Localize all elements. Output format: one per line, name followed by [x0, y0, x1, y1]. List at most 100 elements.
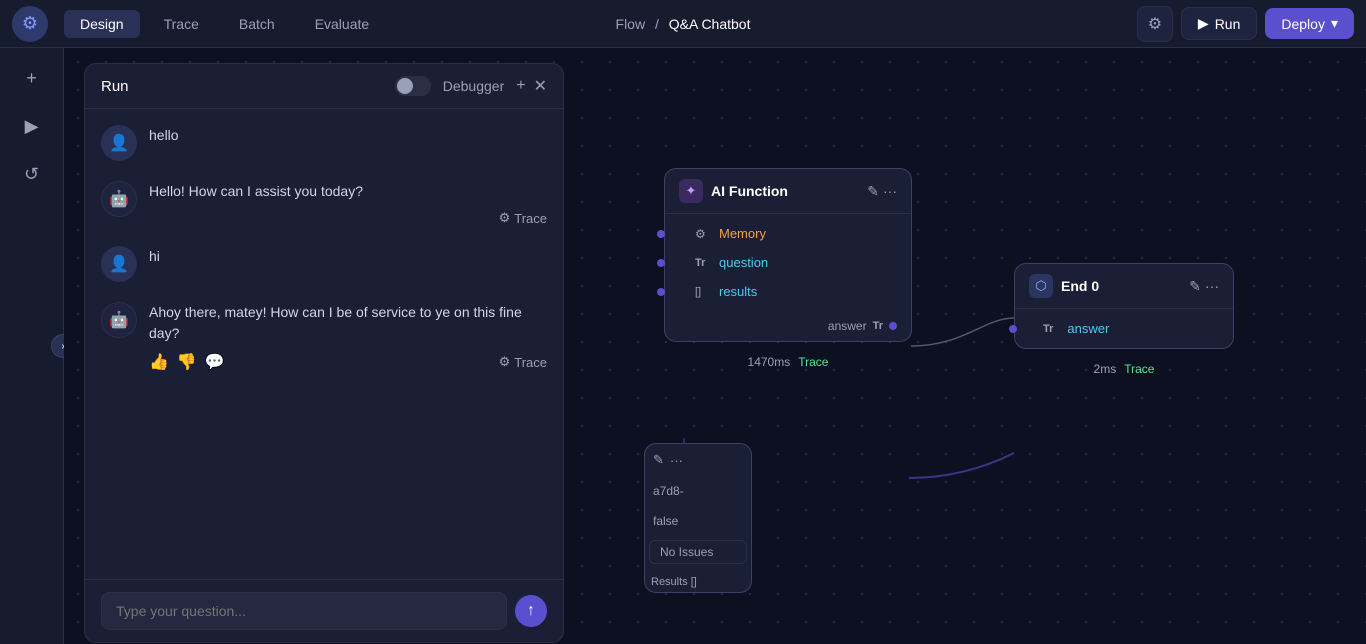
ai-function-ms: 1470ms — [748, 355, 791, 369]
text-icon-question: Tr — [695, 257, 711, 269]
message-bot-1: 🤖 Hello! How can I assist you today? ⚙ T… — [101, 181, 547, 226]
param-name-question: question — [719, 255, 768, 270]
partial-edit-icon[interactable]: ✎ — [653, 452, 664, 468]
debugger-toggle[interactable] — [395, 76, 431, 96]
chat-title: Run — [101, 78, 129, 95]
param-question: Tr question — [679, 251, 897, 274]
tab-evaluate[interactable]: Evaluate — [299, 10, 385, 38]
end-node-actions: ✎ ··· — [1189, 278, 1219, 295]
deploy-chevron-icon: ▾ — [1331, 15, 1338, 32]
gear-icon: ⚙ — [1148, 14, 1162, 34]
end-icon: ⬡ — [1029, 274, 1053, 298]
end-more-icon[interactable]: ··· — [1205, 278, 1219, 295]
bot-icon-1: 🤖 — [109, 189, 129, 209]
end-node-body: Tr answer — [1015, 309, 1233, 348]
memory-icon: ⚙ — [695, 227, 711, 241]
nav-actions: ⚙ ▶ Run Deploy ▾ — [1137, 6, 1354, 42]
message-text-2: Hello! How can I assist you today? — [149, 181, 547, 202]
user-avatar-1: 👤 — [101, 125, 137, 161]
logo-icon: ⚙ — [22, 13, 38, 34]
trace-button-2[interactable]: ⚙ Trace — [499, 354, 547, 370]
add-chat-icon[interactable]: + — [516, 77, 525, 95]
message-content-2: Hello! How can I assist you today? ⚙ Tra… — [149, 181, 547, 226]
partial-node-id: a7d8- — [645, 476, 751, 506]
debugger-label: Debugger — [443, 78, 505, 94]
message-actions-1: ⚙ Trace — [149, 210, 547, 226]
chat-header-icons: + ✕ — [516, 76, 547, 96]
tab-trace[interactable]: Trace — [148, 10, 215, 38]
ai-function-node-body: ⚙ Memory Tr question [] results — [665, 214, 911, 311]
run-icon: ▶ — [1198, 15, 1209, 32]
end-node-title: End 0 — [1061, 278, 1181, 294]
sidebar-play-button[interactable]: ▶ — [14, 108, 50, 144]
param-dot-memory — [657, 230, 665, 238]
ai-function-trace-link[interactable]: Trace — [798, 355, 828, 369]
tab-design[interactable]: Design — [64, 10, 140, 38]
chat-messages: 👤 hello 🤖 Hello! How can I assist you to… — [85, 109, 563, 579]
partial-more-icon[interactable]: ··· — [670, 453, 683, 468]
end-trace-link[interactable]: Trace — [1124, 362, 1154, 376]
message-actions-2: 👍 👎 💬 ⚙ Trace — [149, 352, 547, 372]
send-button[interactable]: ↑ — [515, 595, 547, 627]
play-icon: ▶ — [25, 116, 39, 137]
partial-id-label: a7d8- — [653, 484, 684, 498]
more-icon[interactable]: ··· — [883, 183, 897, 200]
deploy-button[interactable]: Deploy ▾ — [1265, 8, 1354, 39]
output-dot — [889, 322, 897, 330]
comment-icon[interactable]: 💬 — [205, 352, 225, 372]
sidebar-history-button[interactable]: ↺ — [14, 156, 50, 192]
breadcrumb-name: Q&A Chatbot — [669, 16, 751, 32]
user-icon-1: 👤 — [109, 133, 129, 153]
no-issues-badge: No Issues — [649, 540, 747, 564]
no-issues-text: No Issues — [660, 545, 713, 559]
message-text-3: hi — [149, 246, 547, 267]
end-node: ⬡ End 0 ✎ ··· Tr answer 2ms Trace — [1014, 263, 1234, 349]
list-icon-results: [] — [695, 286, 711, 298]
param-dot-results — [657, 288, 665, 296]
ai-function-node-actions: ✎ ··· — [867, 183, 897, 200]
bot-avatar-1: 🤖 — [101, 181, 137, 217]
end-tr-icon: Tr — [1043, 323, 1053, 335]
end-param-name: answer — [1067, 321, 1109, 336]
output-label: answer — [828, 319, 867, 333]
user-icon-2: 👤 — [109, 254, 129, 274]
close-chat-icon[interactable]: ✕ — [534, 76, 547, 96]
thumbdown-icon[interactable]: 👎 — [177, 352, 197, 372]
settings-button[interactable]: ⚙ — [1137, 6, 1173, 42]
end-param-dot — [1009, 325, 1017, 333]
canvas[interactable]: ✦ AI Function ✎ ··· ⚙ Memory Tr question… — [64, 48, 1366, 644]
chat-header: Run Debugger + ✕ — [85, 64, 563, 109]
param-name-memory: Memory — [719, 226, 766, 241]
message-user-1: 👤 hello — [101, 125, 547, 161]
user-avatar-2: 👤 — [101, 246, 137, 282]
breadcrumb: Flow / Q&A Chatbot — [616, 16, 751, 32]
ai-function-node: ✦ AI Function ✎ ··· ⚙ Memory Tr question… — [664, 168, 912, 342]
run-label: Run — [1215, 16, 1241, 32]
message-content-1: hello — [149, 125, 547, 146]
ai-function-title: AI Function — [711, 183, 859, 199]
edit-icon[interactable]: ✎ — [867, 183, 879, 200]
ai-function-node-header: ✦ AI Function ✎ ··· — [665, 169, 911, 214]
trace-button-1[interactable]: ⚙ Trace — [499, 210, 547, 226]
run-button[interactable]: ▶ Run — [1181, 7, 1257, 40]
message-bot-2: 🤖 Ahoy there, matey! How can I be of ser… — [101, 302, 547, 372]
end-edit-icon[interactable]: ✎ — [1189, 278, 1201, 295]
ai-function-node-footer: answer Tr — [665, 311, 911, 341]
param-results: [] results — [679, 280, 897, 303]
tab-batch[interactable]: Batch — [223, 10, 291, 38]
bot-avatar-2: 🤖 — [101, 302, 137, 338]
message-text-4: Ahoy there, matey! How can I be of servi… — [149, 302, 547, 344]
plus-icon: + — [26, 68, 37, 89]
param-memory: ⚙ Memory — [679, 222, 897, 245]
param-name-results: results — [719, 284, 757, 299]
logo: ⚙ — [12, 6, 48, 42]
partial-node-false: false — [645, 506, 751, 536]
message-text-1: hello — [149, 125, 547, 146]
chat-input[interactable] — [101, 592, 507, 630]
chat-panel: Run Debugger + ✕ 👤 hello 🤖 — [84, 63, 564, 643]
breadcrumb-slash: / — [655, 16, 663, 32]
ai-function-timing: 1470ms Trace — [748, 355, 829, 369]
thumbup-icon[interactable]: 👍 — [149, 352, 169, 372]
message-content-4: Ahoy there, matey! How can I be of servi… — [149, 302, 547, 372]
sidebar-add-button[interactable]: + — [14, 60, 50, 96]
